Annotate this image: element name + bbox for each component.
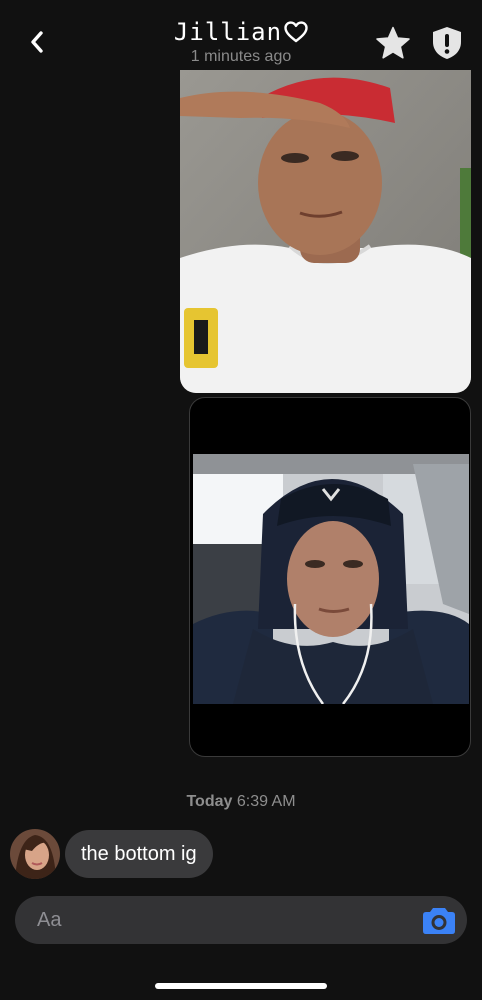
sent-photo-red-cap-selfie[interactable] [180, 68, 471, 393]
conversation-title[interactable]: Jillian 1 minutes ago [140, 18, 342, 66]
received-message-bubble[interactable]: the bottom ig [65, 830, 213, 878]
heart-outline-icon [284, 21, 308, 43]
home-indicator [155, 983, 327, 989]
sent-photo-hoodie-car-selfie[interactable] [189, 397, 471, 757]
star-icon [376, 26, 410, 59]
camera-button[interactable] [422, 904, 456, 936]
message-input-placeholder: Aa [37, 909, 62, 931]
message-input[interactable]: Aa [15, 896, 467, 944]
chat-header: Jillian 1 minutes ago [0, 0, 482, 70]
favorite-button[interactable] [375, 26, 411, 60]
timestamp-time: 6:39 AM [236, 793, 296, 810]
back-button[interactable] [22, 26, 52, 58]
contact-avatar[interactable] [10, 829, 60, 879]
message-timestamp: Today 6:39 AM [0, 793, 482, 811]
contact-name: Jillian [173, 18, 283, 46]
chevron-left-icon [31, 31, 43, 53]
last-seen-status: 1 minutes ago [190, 48, 292, 65]
safety-button[interactable] [430, 25, 464, 61]
camera-icon [423, 908, 455, 934]
received-message-text: the bottom ig [81, 842, 197, 865]
shield-alert-icon [433, 27, 461, 59]
timestamp-day: Today [186, 793, 233, 810]
